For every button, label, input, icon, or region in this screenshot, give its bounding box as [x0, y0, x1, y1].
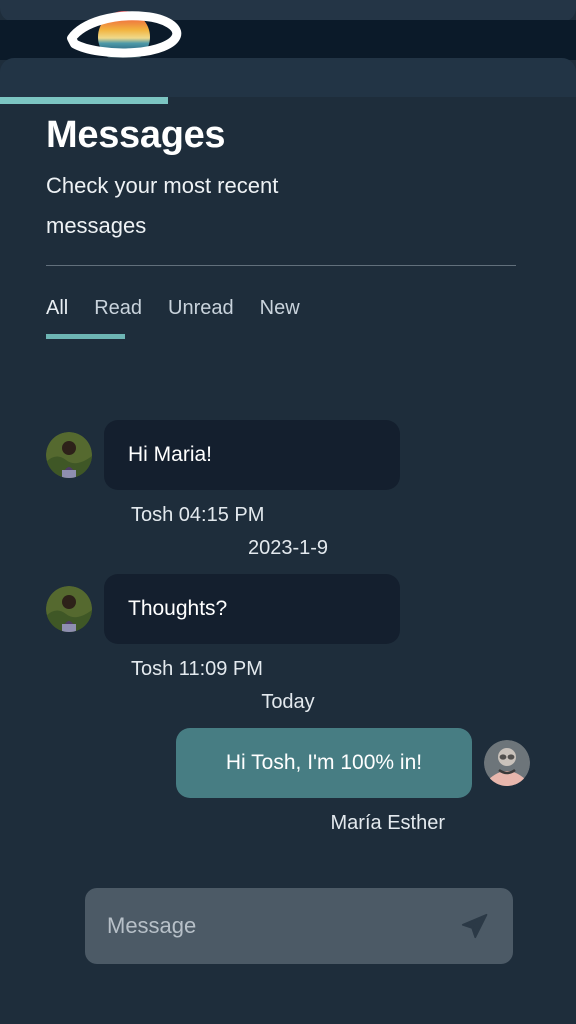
- message-composer: [85, 888, 513, 964]
- message-meta: María Esther: [330, 812, 445, 834]
- avatar-tosh[interactable]: [46, 432, 92, 478]
- header-divider: [46, 265, 516, 266]
- message-meta: Tosh 04:15 PM: [131, 504, 265, 526]
- message-meta: Tosh 11:09 PM: [131, 658, 263, 680]
- message-bubble: Thoughts?: [104, 574, 400, 644]
- active-tab-indicator: [46, 334, 125, 339]
- window-top-strip: [0, 0, 576, 22]
- page-progress-fill: [0, 97, 168, 104]
- message-row: Hi Tosh, I'm 100% in!: [0, 728, 576, 798]
- avatar-tosh[interactable]: [46, 586, 92, 632]
- message-row: Hi Maria!: [0, 420, 576, 490]
- browser-chrome-band: [0, 20, 576, 60]
- avatar-maria-esther[interactable]: [484, 740, 530, 786]
- page-title: Messages: [46, 114, 226, 156]
- day-separator: 2023-1-9: [247, 537, 329, 559]
- message-filter-tabs: All Read Unread New: [46, 295, 300, 325]
- message-bubble: Hi Tosh, I'm 100% in!: [176, 728, 472, 798]
- tab-all[interactable]: All: [46, 295, 68, 325]
- message-row: Thoughts?: [0, 574, 576, 644]
- app-root: Messages Check your most recent messages…: [0, 0, 576, 1024]
- message-bubble: Hi Maria!: [104, 420, 400, 490]
- send-paper-plane-icon[interactable]: [457, 909, 491, 943]
- page-progress-bar: [0, 97, 576, 104]
- message-input[interactable]: [107, 913, 457, 939]
- day-separator: Today: [261, 691, 315, 713]
- message-thread: Hi Maria! Tosh 04:15 PM 2023-1-9 Thought…: [0, 420, 576, 835]
- page-subtitle: Check your most recent messages: [46, 173, 279, 238]
- page-header: Messages Check your most recent messages: [46, 112, 526, 246]
- tab-new[interactable]: New: [260, 295, 300, 325]
- tab-unread[interactable]: Unread: [168, 295, 234, 325]
- app-header-panel: [0, 58, 576, 98]
- tab-read[interactable]: Read: [94, 295, 142, 325]
